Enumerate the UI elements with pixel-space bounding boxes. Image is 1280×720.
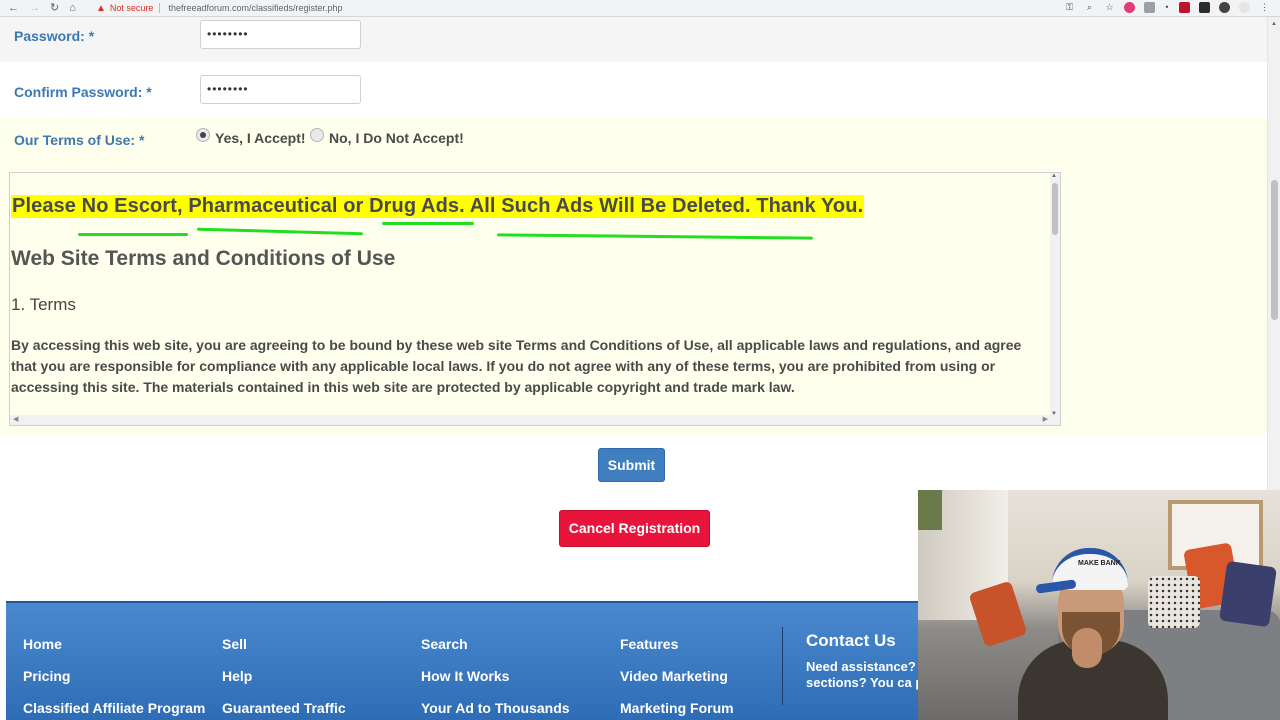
footer-link-guaranteed-traffic[interactable]: Guaranteed Traffic	[222, 700, 346, 716]
extension-icon[interactable]	[1199, 2, 1210, 13]
webcam-overlay: MAKE BANK	[918, 490, 1280, 720]
terms-textbox[interactable]: Please No Escort, Pharmaceutical or Drug…	[9, 172, 1061, 426]
password-label: Password: *	[14, 28, 95, 44]
forward-icon[interactable]: →	[29, 2, 40, 14]
footer-link-sell[interactable]: Sell	[222, 636, 247, 652]
address-separator	[159, 3, 161, 13]
cap-text: MAKE BANK	[1078, 560, 1121, 567]
zoom-icon[interactable]: ⌕	[1084, 2, 1095, 13]
terms-label: Our Terms of Use: *	[14, 132, 145, 148]
annotation-underline	[78, 233, 188, 236]
terms-row: Our Terms of Use: * Yes, I Accept! No, I…	[0, 118, 1267, 436]
footer-link-your-ad[interactable]: Your Ad to Thousands	[421, 700, 570, 716]
footer-link-how-it-works[interactable]: How It Works	[421, 668, 509, 684]
reload-icon[interactable]: ↻	[50, 2, 59, 14]
browser-toolbar: ← → ↻ ⌂ ▲ Not secure thefreeadforum.com/…	[0, 0, 1280, 17]
home-icon[interactable]: ⌂	[69, 2, 76, 14]
extension-icon[interactable]	[1144, 2, 1155, 13]
footer-link-features[interactable]: Features	[620, 636, 678, 652]
profile-avatar-icon[interactable]	[1239, 2, 1250, 13]
annotation-underline	[382, 222, 474, 225]
decline-label[interactable]: No, I Do Not Accept!	[329, 130, 464, 146]
footer-link-marketing-forum[interactable]: Marketing Forum	[620, 700, 734, 716]
terms-heading: Web Site Terms and Conditions of Use	[11, 247, 396, 270]
terms-horizontal-scrollbar[interactable]: ◀ ▶	[10, 415, 1060, 425]
footer-link-pricing[interactable]: Pricing	[23, 668, 70, 684]
warning-icon[interactable]: ▲	[96, 3, 106, 14]
scroll-up-icon[interactable]: ▲	[1051, 173, 1057, 179]
extension-icon[interactable]	[1124, 2, 1135, 13]
confirm-password-field[interactable]: ••••••••	[200, 75, 361, 104]
webcam-presenter: MAKE BANK	[1018, 548, 1168, 720]
footer-link-search[interactable]: Search	[421, 636, 468, 652]
page-scrollbar-thumb[interactable]	[1271, 180, 1278, 320]
scroll-right-icon[interactable]: ▶	[1043, 415, 1048, 423]
accept-label[interactable]: Yes, I Accept!	[215, 130, 306, 146]
scroll-left-icon[interactable]: ◀	[13, 415, 18, 423]
terms-section-heading: 1. Terms	[11, 295, 76, 314]
address-bar[interactable]: thefreeadforum.com/classifieds/register.…	[168, 3, 342, 13]
presenter-hand	[1072, 628, 1102, 668]
star-icon[interactable]: ☆	[1104, 2, 1115, 13]
key-icon[interactable]: ⚿	[1064, 2, 1075, 13]
password-row: Password: * ••••••••	[0, 17, 1267, 62]
scroll-up-icon[interactable]: ▲	[1271, 21, 1277, 27]
confirm-password-row: Confirm Password: * ••••••••	[0, 62, 1267, 118]
cancel-registration-button[interactable]: Cancel Registration	[559, 510, 710, 547]
footer-link-home[interactable]: Home	[23, 636, 62, 652]
webcam-pillow	[1219, 560, 1277, 628]
webcam-background-plant	[918, 490, 942, 530]
menu-icon[interactable]: ⋮	[1259, 2, 1270, 13]
footer-link-affiliate[interactable]: Classified Affiliate Program	[23, 700, 205, 716]
prohibited-ads-notice: Please No Escort, Pharmaceutical or Drug…	[11, 195, 865, 218]
terms-vertical-scrollbar[interactable]: ▲ ▼	[1050, 173, 1060, 417]
not-secure-label[interactable]: Not secure	[110, 3, 154, 13]
extension-icon[interactable]	[1219, 2, 1230, 13]
accept-radio[interactable]	[196, 128, 210, 142]
contact-heading: Contact Us	[806, 631, 896, 650]
scrollbar-thumb[interactable]	[1052, 183, 1058, 235]
footer-link-video-marketing[interactable]: Video Marketing	[620, 668, 728, 684]
back-icon[interactable]: ←	[8, 2, 19, 14]
extension-icon[interactable]	[1179, 2, 1190, 13]
footer-link-help[interactable]: Help	[222, 668, 252, 684]
footer-divider	[782, 627, 783, 705]
password-field[interactable]: ••••••••	[200, 20, 361, 49]
confirm-password-label: Confirm Password: *	[14, 84, 152, 100]
extension-icon[interactable]: •	[1164, 2, 1170, 13]
submit-button[interactable]: Submit	[598, 448, 665, 482]
decline-radio[interactable]	[310, 128, 324, 142]
terms-paragraph: By accessing this web site, you are agre…	[11, 337, 1022, 395]
